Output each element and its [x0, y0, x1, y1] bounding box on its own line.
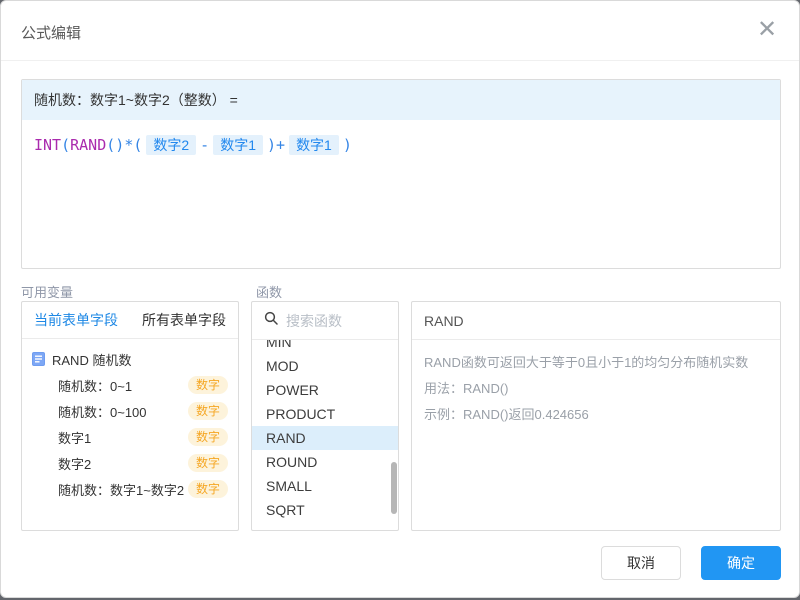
formula-target-label: 随机数：数字1~数字2（整数） = — [22, 80, 780, 120]
dialog-titlebar: 公式编辑 ✕ — [1, 1, 799, 61]
tree-root-label: RAND 随机数 — [52, 350, 131, 369]
formula-token: ) — [343, 136, 352, 154]
variable-label: 随机数：0~100 — [58, 402, 188, 421]
variable-label: 随机数：数字1~数字2 — [58, 480, 188, 499]
formula-edit-dialog: 公式编辑 ✕ 随机数：数字1~数字2（整数） = INT(RAND()*(数字2… — [0, 0, 800, 598]
search-icon — [264, 311, 278, 330]
variable-label: 数字2 — [58, 454, 188, 473]
function-detail-body: RAND函数可返回大于等于0且小于1的均匀分布随机实数用法：RAND()示例：R… — [412, 340, 780, 438]
formula-field-token[interactable]: 数字1 — [213, 135, 263, 155]
tab-variables-1[interactable]: 所有表单字段 — [130, 302, 238, 338]
function-item-product[interactable]: PRODUCT — [252, 402, 398, 426]
function-list: MINMODPOWERPRODUCTRANDROUNDSMALLSQRT — [252, 340, 398, 531]
formula-token: - — [200, 136, 209, 154]
tree-items: 随机数：0~1数字随机数：0~100数字数字1数字数字2数字随机数：数字1~数字… — [22, 372, 238, 502]
type-badge: 数字 — [188, 402, 228, 420]
tab-variables-0[interactable]: 当前表单字段 — [22, 302, 130, 338]
function-item-small[interactable]: SMALL — [252, 474, 398, 498]
function-item-rand[interactable]: RAND — [252, 426, 398, 450]
dialog-title: 公式编辑 — [21, 22, 81, 43]
tree-root-row[interactable]: RAND 随机数 — [22, 346, 238, 372]
variable-item[interactable]: 随机数：0~1数字 — [22, 372, 238, 398]
variable-item[interactable]: 数字1数字 — [22, 424, 238, 450]
variables-section-label: 可用变量 — [21, 282, 73, 301]
formula-field-token[interactable]: 数字1 — [289, 135, 339, 155]
formula-token: + — [276, 136, 285, 154]
formula-token: ) — [267, 136, 276, 154]
function-item-power[interactable]: POWER — [252, 378, 398, 402]
confirm-button[interactable]: 确定 — [701, 546, 781, 580]
functions-panel: MINMODPOWERPRODUCTRANDROUNDSMALLSQRT — [251, 301, 399, 531]
function-search-input[interactable] — [286, 313, 386, 329]
variables-tree: RAND 随机数 随机数：0~1数字随机数：0~100数字数字1数字数字2数字随… — [22, 339, 238, 502]
type-badge: 数字 — [188, 428, 228, 446]
type-badge: 数字 — [188, 480, 228, 498]
variables-tabs: 当前表单字段所有表单字段 — [22, 302, 238, 339]
cancel-button[interactable]: 取消 — [601, 546, 681, 580]
functions-section-label: 函数 — [256, 282, 282, 301]
formula-token: () — [106, 136, 124, 154]
formula-token: RAND — [70, 136, 106, 154]
function-item-round[interactable]: ROUND — [252, 450, 398, 474]
formula-token: INT — [34, 136, 61, 154]
variable-item[interactable]: 数字2数字 — [22, 450, 238, 476]
function-detail-panel: RAND RAND函数可返回大于等于0且小于1的均匀分布随机实数用法：RAND(… — [411, 301, 781, 531]
variable-label: 随机数：0~1 — [58, 376, 188, 395]
form-file-icon — [32, 352, 45, 366]
type-badge: 数字 — [188, 454, 228, 472]
formula-token: ( — [133, 136, 142, 154]
formula-code-area[interactable]: INT(RAND()*(数字2-数字1)+数字1) — [22, 120, 780, 170]
type-badge: 数字 — [188, 376, 228, 394]
variable-label: 数字1 — [58, 428, 188, 447]
function-list-scrollbar[interactable] — [391, 462, 397, 514]
formula-token: * — [124, 136, 133, 154]
function-detail-line: RAND函数可返回大于等于0且小于1的均匀分布随机实数 — [424, 350, 768, 376]
variables-panel: 当前表单字段所有表单字段 RAND 随机数 随机数：0~1数字随机数：0~100… — [21, 301, 239, 531]
formula-editor: 随机数：数字1~数字2（整数） = INT(RAND()*(数字2-数字1)+数… — [21, 79, 781, 269]
function-item-min[interactable]: MIN — [252, 340, 398, 354]
function-detail-line: 示例：RAND()返回0.424656 — [424, 402, 768, 428]
function-item-sqrt[interactable]: SQRT — [252, 498, 398, 522]
function-detail-title: RAND — [412, 302, 780, 340]
variable-item[interactable]: 随机数：0~100数字 — [22, 398, 238, 424]
variable-item[interactable]: 随机数：数字1~数字2数字 — [22, 476, 238, 502]
function-search-row — [252, 302, 398, 340]
close-icon[interactable]: ✕ — [755, 19, 779, 43]
formula-token: ( — [61, 136, 70, 154]
function-detail-line: 用法：RAND() — [424, 376, 768, 402]
formula-field-token[interactable]: 数字2 — [146, 135, 196, 155]
function-item-mod[interactable]: MOD — [252, 354, 398, 378]
